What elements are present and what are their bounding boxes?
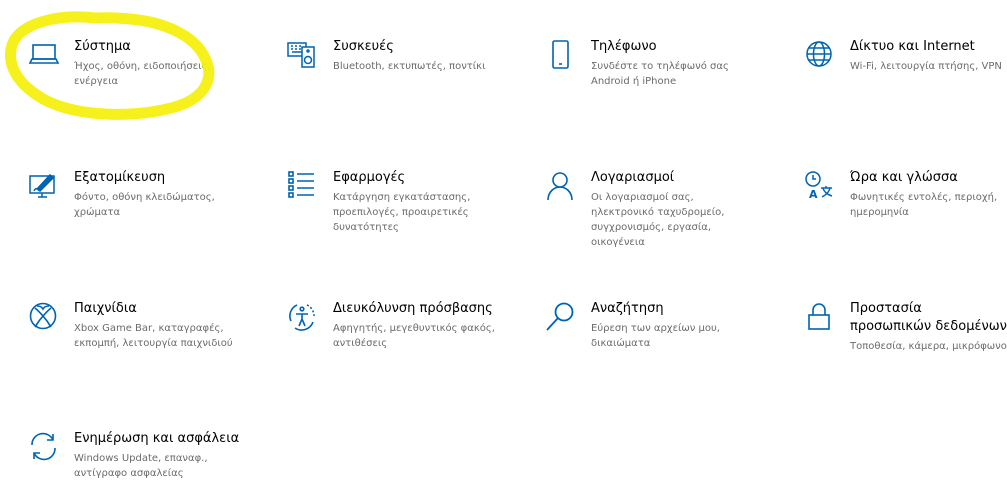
tile-title: Τηλέφωνο: [591, 39, 657, 54]
apps-list-icon: [286, 169, 320, 203]
settings-home-grid: Σύστημα Ήχος, οθόνη, ειδοποιήσεις, ενέργ…: [0, 0, 1007, 480]
tile-description: Κατάργηση εγκατάστασης, προεπιλογές, προ…: [333, 192, 471, 233]
tile-title: Λογαριασμοί: [591, 170, 675, 185]
xbox-icon: [27, 300, 61, 334]
keyboard-speaker-icon: [286, 38, 320, 72]
person-icon: [544, 169, 578, 203]
lock-icon: [803, 300, 837, 334]
tile-description: Bluetooth, εκτυπωτές, ποντίκι: [333, 61, 486, 72]
laptop-icon: [27, 38, 61, 72]
tile-description: Αφηγητής, μεγεθυντικός φακός, αντιθέσεις: [333, 323, 495, 349]
tile-title: Σύστημα: [74, 39, 131, 54]
tile-title: Παιχνίδια: [74, 301, 137, 316]
tile-description: Windows Update, επαναφ., αντίγραφο ασφαλ…: [74, 453, 208, 479]
tile-description: Συνδέστε το τηλέφωνό σας Android ή iPhon…: [591, 61, 729, 87]
search-icon: [544, 300, 578, 334]
globe-icon: [803, 38, 837, 72]
tile-description: Xbox Game Bar, καταγραφές, εκπομπή, λειτ…: [74, 323, 233, 349]
tile-title: Εξατομίκευση: [74, 170, 166, 185]
tile-title: Διευκόλυνση πρόσβασης: [333, 301, 493, 316]
tile-title: Ενημέρωση και ασφάλεια: [74, 431, 240, 446]
svg-text:A: A: [809, 188, 818, 201]
tile-title: Ώρα και γλώσσα: [850, 170, 958, 185]
tile-title: Συσκευές: [333, 39, 394, 54]
sync-arrows-icon: [27, 430, 61, 464]
tile-description: Wi-Fi, λειτουργία πτήσης, VPN: [850, 61, 1002, 72]
tile-title: Δίκτυο και Internet: [850, 39, 975, 54]
personalization-icon: [27, 169, 61, 203]
phone-icon: [544, 38, 578, 72]
tile-title: Εφαρμογές: [333, 170, 406, 185]
tile-description: Εύρεση των αρχείων μου, δικαιώματα: [591, 323, 720, 349]
tile-title: Αναζήτηση: [591, 301, 664, 316]
tile-description: Φωνητικές εντολές, περιοχή, ημερομηνία: [850, 192, 998, 218]
tile-description: Οι λογαριασμοί σας, ηλεκτρονικό ταχυδρομ…: [591, 192, 725, 248]
tile-description: Φόντο, οθόνη κλειδώματος, χρώματα: [74, 192, 215, 218]
tile-description: Ήχος, οθόνη, ειδοποιήσεις, ενέργεια: [74, 61, 211, 87]
tile-description: Τοποθεσία, κάμερα, μικρόφωνο: [850, 341, 1007, 352]
time-language-icon: A: [803, 169, 837, 203]
ease-of-access-icon: [286, 300, 320, 334]
tile-title: Προστασία προσωπικών δεδομένων: [850, 301, 1007, 334]
